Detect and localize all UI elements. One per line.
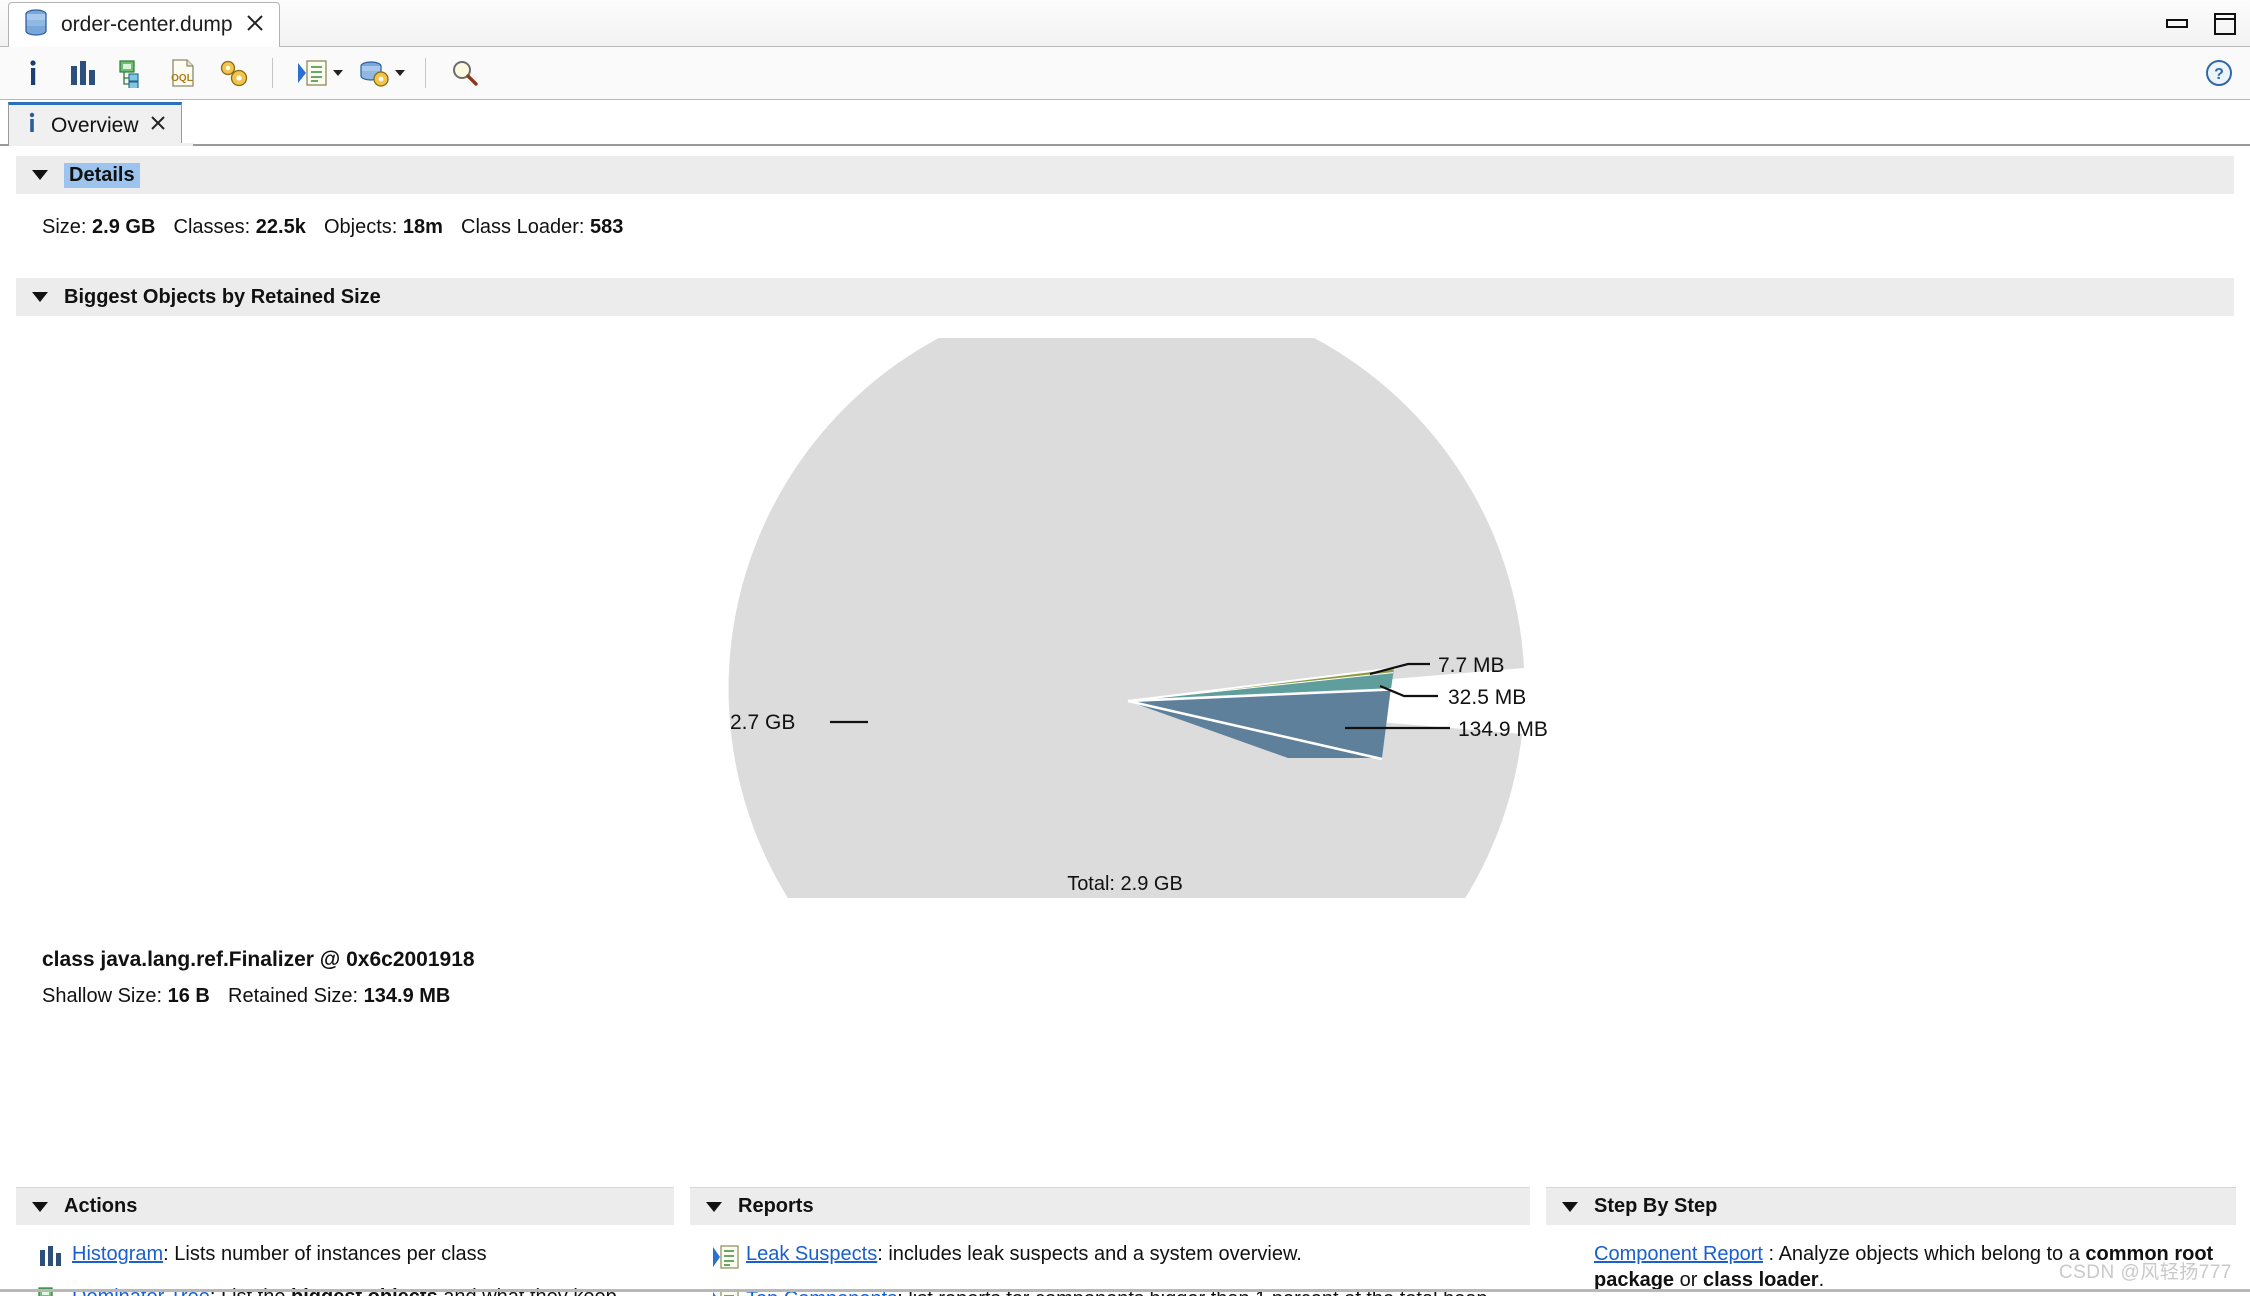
histogram-link[interactable]: Histogram — [72, 1243, 163, 1265]
details-classes-label: Classes: — [173, 216, 251, 238]
pie-chart-svg: 7.7 MB 32.5 MB 134.9 MB 2.7 GB — [728, 290, 1548, 1087]
reports-section-title: Reports — [738, 1195, 814, 1217]
watermark: CSDN @风轻扬777 — [2058, 1262, 2232, 1283]
document-tab[interactable]: order-center.dump — [8, 2, 280, 47]
shallow-size-label: Shallow Size: — [42, 985, 163, 1007]
editor-tab-active-cover — [9, 143, 193, 146]
dominator-tree-icon[interactable] — [114, 54, 152, 92]
step-by-step-section-header[interactable]: Step By Step — [1546, 1187, 2236, 1225]
svg-text:OQL: OQL — [171, 73, 193, 84]
sep: : — [1762, 1243, 1779, 1265]
oql-icon[interactable]: OQL — [164, 54, 202, 92]
details-objects-value: 18m — [402, 216, 443, 238]
details-size-value: 2.9 GB — [92, 216, 156, 238]
run-expert-system-group[interactable] — [293, 54, 343, 92]
pie-slice-2-7-gb — [728, 290, 1524, 1087]
bottom-panels: Actions Histogram: Lists number of insta… — [0, 1187, 2250, 1296]
sep: : — [877, 1243, 889, 1265]
histogram-icon — [38, 1241, 72, 1273]
pie-label-2-7-gb: 2.7 GB — [730, 711, 795, 734]
leak-suspects-link[interactable]: Leak Suspects — [746, 1243, 877, 1265]
main-toolbar: OQL ? — [0, 47, 2250, 100]
retained-size-pie-chart[interactable]: 7.7 MB 32.5 MB 134.9 MB 2.7 GB Total: 2.… — [0, 290, 2250, 1087]
step-by-step-section-title: Step By Step — [1594, 1195, 1718, 1217]
close-icon[interactable] — [245, 13, 265, 38]
pie-label-134-9-mb: 134.9 MB — [1458, 718, 1548, 741]
reports-section-header[interactable]: Reports — [690, 1187, 1530, 1225]
info-icon — [23, 111, 41, 140]
sep: : — [163, 1243, 175, 1265]
reports-panel: Reports Leak Suspects: includes leak sus… — [690, 1187, 1530, 1296]
toolbar-separator — [272, 58, 273, 88]
actions-section-header[interactable]: Actions — [16, 1187, 674, 1225]
desc: Lists number of instances per class — [174, 1243, 487, 1265]
actions-list: Histogram: Lists number of instances per… — [16, 1225, 674, 1296]
thread-overview-icon[interactable] — [214, 54, 252, 92]
heap-dump-icon — [23, 8, 49, 42]
action-item-text: Histogram: Lists number of instances per… — [72, 1241, 487, 1267]
search-icon[interactable] — [446, 54, 484, 92]
actions-panel: Actions Histogram: Lists number of insta… — [16, 1187, 674, 1296]
collapse-triangle-icon[interactable] — [1562, 1201, 1578, 1212]
svg-text:?: ? — [2214, 66, 2224, 83]
toolbar-separator — [425, 58, 426, 88]
minimize-icon[interactable] — [2166, 19, 2188, 28]
details-classloader-value: 583 — [590, 216, 624, 238]
editor-tab-underline — [0, 144, 2250, 146]
pie-label-32-5-mb: 32.5 MB — [1448, 686, 1526, 709]
collapse-triangle-icon[interactable] — [32, 170, 48, 180]
tab-overview-label: Overview — [51, 113, 139, 137]
details-section-title: Details — [64, 162, 140, 188]
collapse-triangle-icon[interactable] — [32, 292, 48, 302]
collapse-triangle-icon[interactable] — [706, 1201, 722, 1212]
pie-chart-total-label: Total: 2.9 GB — [1067, 873, 1183, 895]
actions-section-title: Actions — [64, 1195, 138, 1217]
selected-object-sizes: Shallow Size: 16 B Retained Size: 134.9 … — [42, 985, 2250, 1008]
desc-pre: Analyze objects which belong to a — [1778, 1243, 2086, 1265]
shallow-size-value: 16 B — [167, 985, 210, 1007]
bottom-divider — [0, 1289, 2250, 1292]
desc: includes leak suspects and a system over… — [888, 1243, 1302, 1265]
editor-tab-bar: Overview — [0, 100, 2250, 146]
retained-size-label: Retained Size: — [228, 985, 359, 1007]
window-controls — [2166, 0, 2236, 47]
biggest-objects-section-title: Biggest Objects by Retained Size — [64, 285, 381, 308]
details-classloader-label: Class Loader: — [461, 216, 585, 238]
report-item-leak-suspects[interactable]: Leak Suspects: includes leak suspects an… — [712, 1241, 1522, 1275]
biggest-objects-section-header[interactable]: Biggest Objects by Retained Size — [16, 278, 2234, 316]
title-bar: order-center.dump — [0, 0, 2250, 47]
query-browser-icon[interactable] — [355, 54, 393, 92]
chevron-down-icon[interactable] — [395, 70, 405, 76]
tab-overview[interactable]: Overview — [8, 102, 182, 146]
chevron-down-icon[interactable] — [333, 70, 343, 76]
pie-label-7-7-mb: 7.7 MB — [1438, 654, 1505, 677]
mat-overview-window: order-center.dump OQL ? Overview Details… — [0, 0, 2250, 1296]
query-browser-group[interactable] — [355, 54, 405, 92]
reports-list: Leak Suspects: includes leak suspects an… — [690, 1225, 1530, 1296]
component-report-link[interactable]: Component Report — [1594, 1243, 1763, 1265]
histogram-icon[interactable] — [64, 54, 102, 92]
run-expert-system-icon[interactable] — [293, 54, 331, 92]
details-classes-value: 22.5k — [255, 216, 306, 238]
selected-object-info: class java.lang.ref.Finalizer @ 0x6c2001… — [42, 948, 2250, 1008]
overview-info-icon[interactable] — [14, 54, 52, 92]
help-icon[interactable]: ? — [2204, 58, 2234, 93]
details-size-label: Size: — [42, 216, 87, 238]
retained-size-value: 134.9 MB — [363, 985, 451, 1007]
overview-content: Details Size: 2.9 GB Classes: 22.5k Obje… — [0, 147, 2250, 1296]
details-section-header[interactable]: Details — [16, 156, 2234, 194]
report-item-text: Leak Suspects: includes leak suspects an… — [746, 1241, 1302, 1267]
document-tab-label: order-center.dump — [61, 13, 233, 36]
details-summary-line: Size: 2.9 GB Classes: 22.5k Objects: 18m… — [42, 216, 2250, 239]
selected-object-title: class java.lang.ref.Finalizer @ 0x6c2001… — [42, 948, 475, 971]
collapse-triangle-icon[interactable] — [32, 1201, 48, 1212]
details-objects-label: Objects: — [323, 216, 398, 238]
maximize-icon[interactable] — [2214, 12, 2236, 35]
tab-close-icon[interactable] — [149, 114, 167, 137]
report-icon — [712, 1241, 746, 1275]
action-item-histogram[interactable]: Histogram: Lists number of instances per… — [38, 1241, 666, 1273]
